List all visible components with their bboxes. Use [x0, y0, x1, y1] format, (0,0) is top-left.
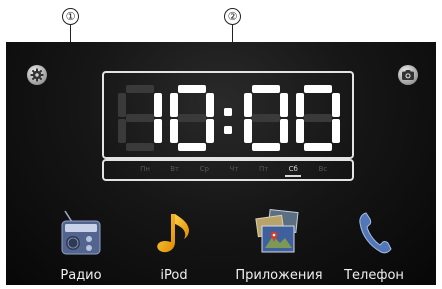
applications-icon: [255, 209, 299, 253]
ipod-app-button[interactable]: iPod: [124, 208, 224, 283]
day-sun: Вс: [318, 165, 328, 173]
radio-icon: [61, 210, 101, 255]
digit-4-segment-e: [296, 119, 304, 143]
digit-1-segment-f: [118, 93, 126, 117]
digit-4-segment-f: [296, 93, 304, 117]
radio-app-button[interactable]: Радио: [31, 208, 131, 283]
digit-2-segment-f: [170, 93, 178, 117]
digit-2-segment-d: [178, 143, 206, 151]
ipod-label: iPod: [160, 268, 188, 283]
day-wed: Ср: [199, 165, 209, 173]
digit-3-segment-g: [252, 114, 280, 122]
digit-1-segment-g: [126, 114, 154, 122]
applications-app-button[interactable]: Приложения: [229, 208, 329, 283]
radio-label: Радио: [60, 268, 102, 283]
callout-2: ②: [224, 8, 241, 25]
digit-2-segment-a: [178, 85, 206, 93]
digit-1-segment-c: [154, 119, 162, 143]
clock-display[interactable]: [108, 82, 348, 154]
digit-3-segment-a: [252, 85, 280, 93]
phone-icon: [359, 212, 392, 254]
applications-label: Приложения: [235, 268, 323, 283]
phone-app-button[interactable]: Телефон: [324, 208, 424, 283]
day-of-week-row: Пн Вт Ср Чт Пт Сб Вс: [134, 161, 334, 177]
music-note-icon: [157, 214, 189, 253]
digit-4-segment-b: [332, 93, 340, 117]
colon-dot-2: [224, 126, 232, 134]
digit-3-segment-b: [280, 93, 288, 117]
digit-3-segment-d: [252, 143, 280, 151]
digit-1-segment-b: [154, 93, 162, 117]
digit-1-segment-e: [118, 119, 126, 143]
digit-4-segment-a: [304, 85, 332, 93]
camera-icon: [401, 68, 415, 82]
digit-3-segment-f: [244, 93, 252, 117]
digit-2-segment-e: [170, 119, 178, 143]
digit-1-segment-a: [126, 85, 154, 93]
digit-1-segment-d: [126, 143, 154, 151]
phone-label: Телефон: [344, 268, 404, 283]
day-fri: Пт: [258, 165, 269, 173]
device-screen: Пн Вт Ср Чт Пт Сб Вс Радио iPod Приложен…: [6, 42, 436, 285]
digit-4-segment-g: [304, 114, 332, 122]
settings-button[interactable]: [27, 65, 47, 85]
gear-icon: [30, 68, 44, 82]
digit-4-segment-c: [332, 119, 340, 143]
digit-3-segment-e: [244, 119, 252, 143]
camera-button[interactable]: [398, 65, 418, 85]
digit-2-segment-c: [206, 119, 214, 143]
digit-2-segment-g: [178, 114, 206, 122]
day-mon: Пн: [140, 165, 150, 173]
callout-1: ①: [62, 8, 79, 25]
day-tue: Вт: [170, 165, 180, 173]
day-thu: Чт: [229, 165, 239, 173]
colon-dot-1: [224, 108, 232, 116]
digit-4-segment-d: [304, 143, 332, 151]
digit-2-segment-b: [206, 93, 214, 117]
day-sat: Сб: [282, 161, 304, 177]
digit-3-segment-c: [280, 119, 288, 143]
